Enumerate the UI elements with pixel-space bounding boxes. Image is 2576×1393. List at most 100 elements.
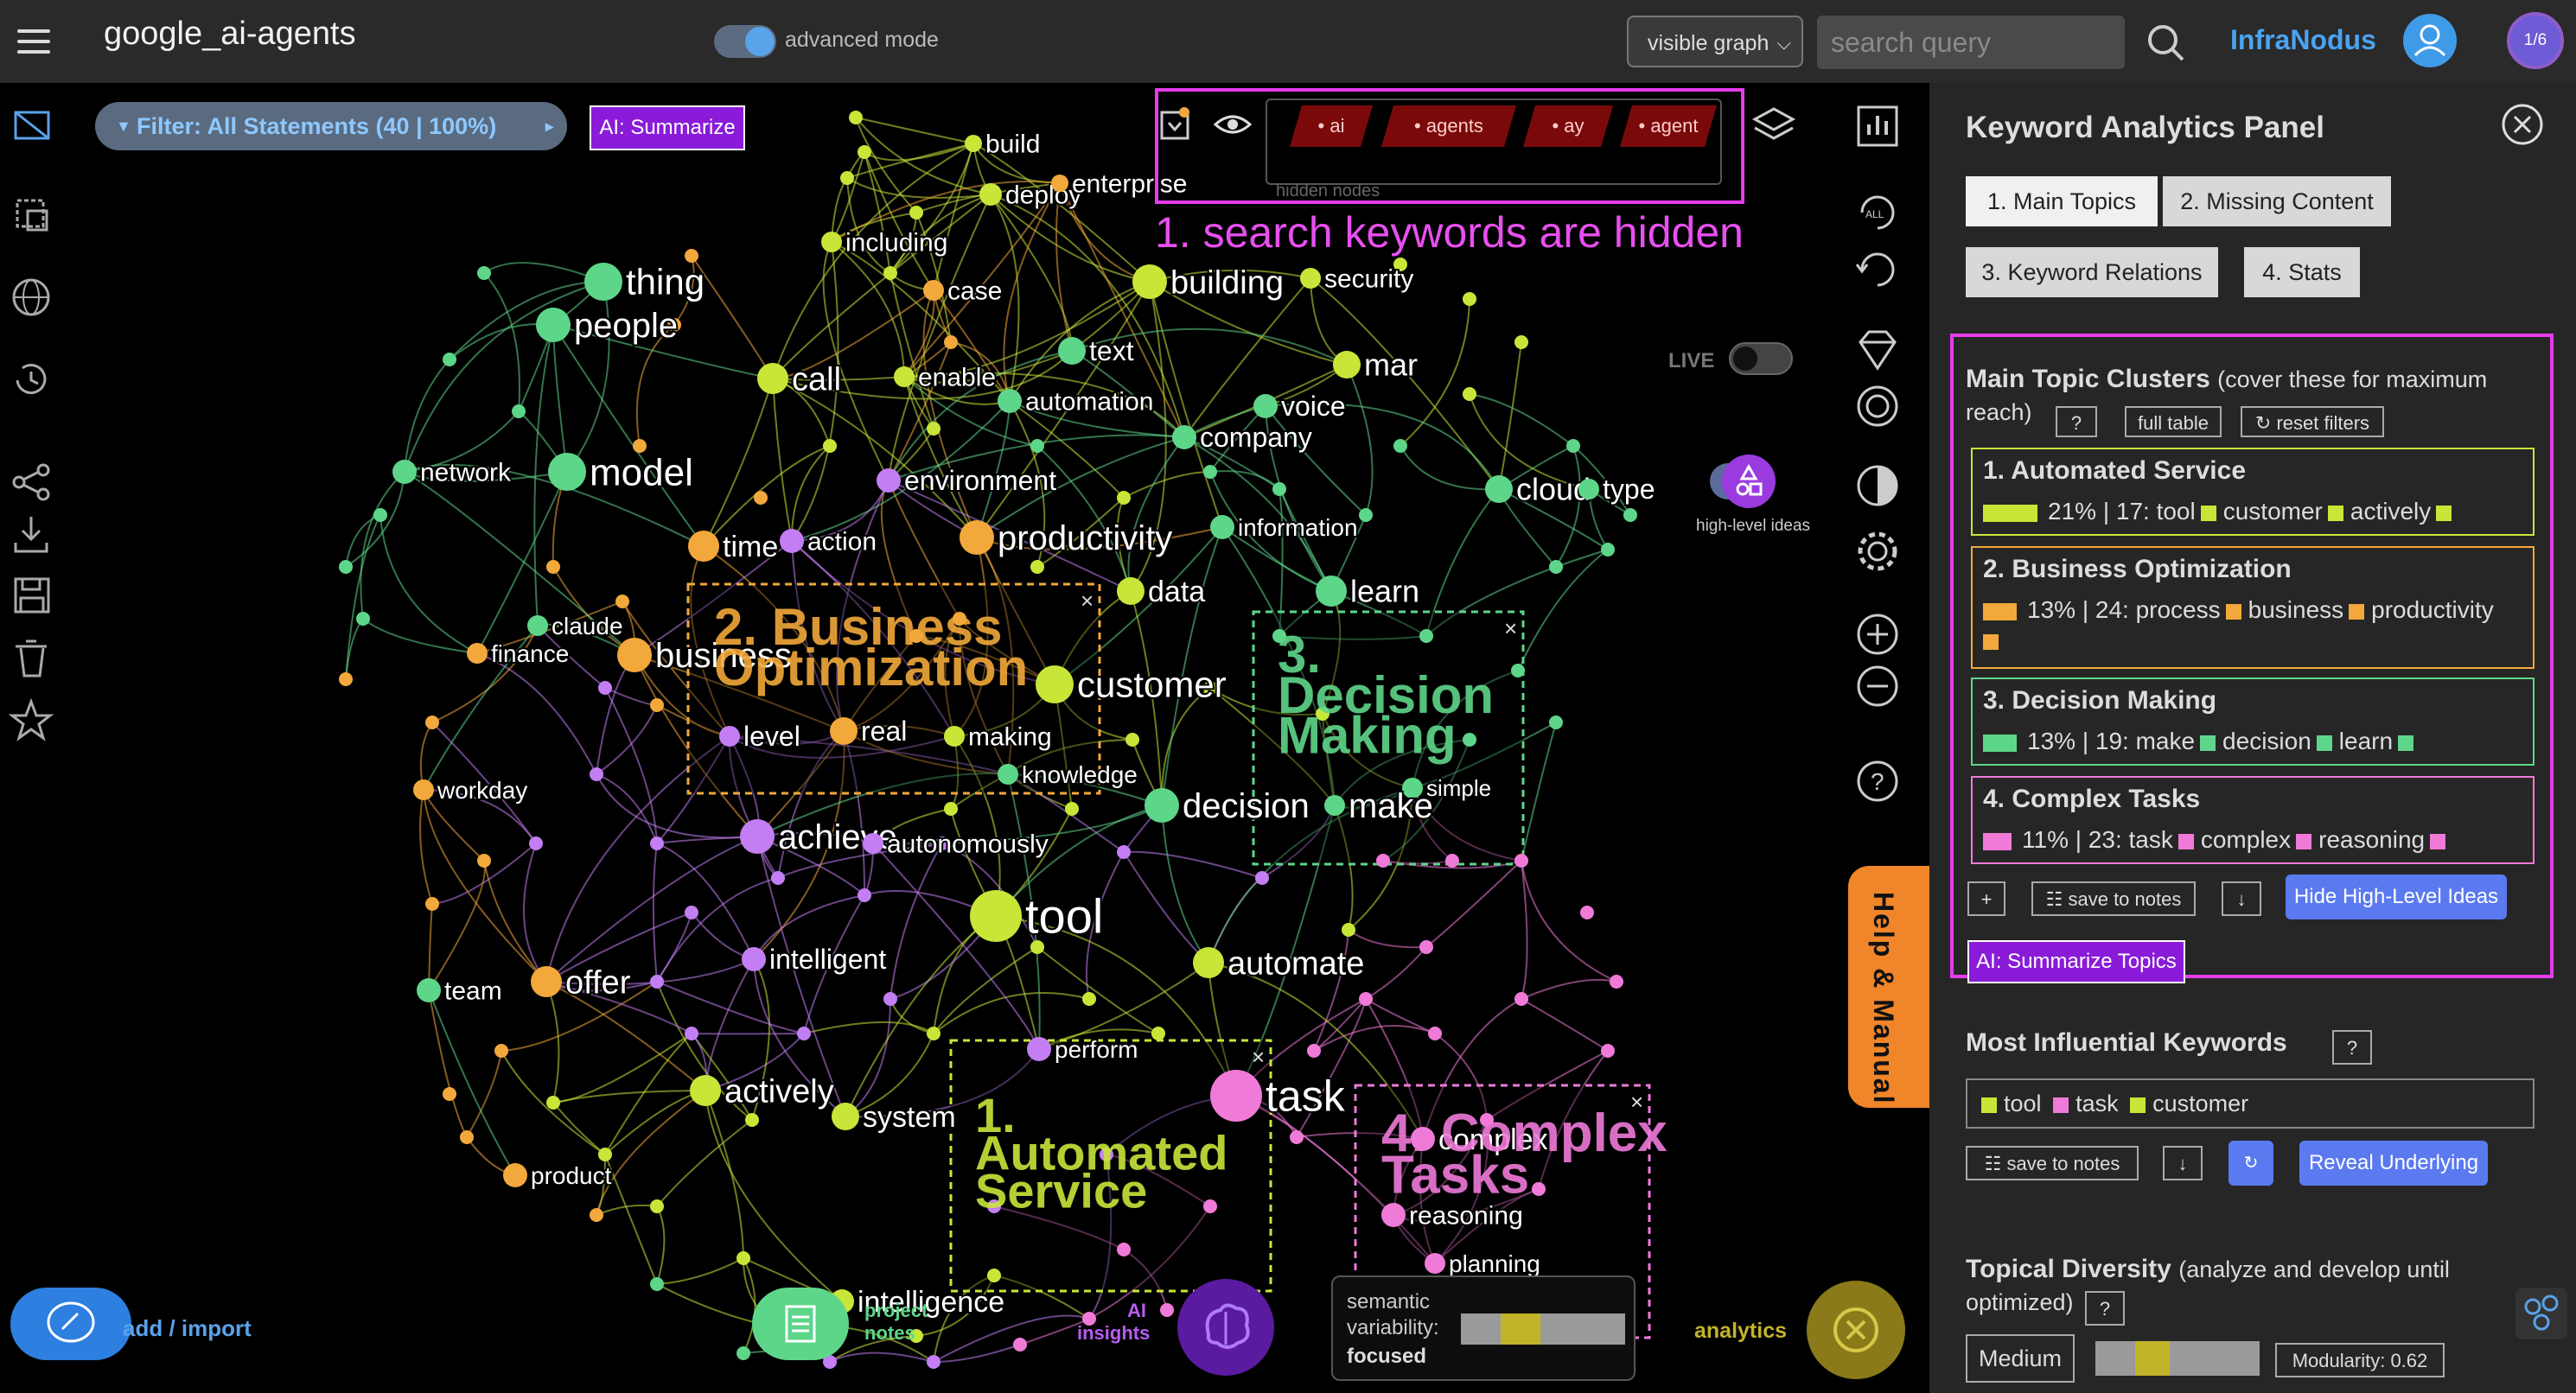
- hidden-node-chip[interactable]: • ai: [1290, 105, 1373, 147]
- hidden-node-chip[interactable]: • ay: [1523, 105, 1613, 147]
- graph-node-small[interactable]: [615, 595, 629, 608]
- graph-node-small[interactable]: [1393, 439, 1407, 453]
- menu-icon[interactable]: [17, 22, 50, 60]
- graph-node[interactable]: action: [780, 526, 878, 558]
- graph-node[interactable]: voice: [1253, 389, 1348, 423]
- graph-node-small[interactable]: [477, 266, 491, 280]
- diamond-icon[interactable]: [1852, 325, 1903, 377]
- tab-missing-content[interactable]: 2. Missing Content: [2163, 176, 2391, 226]
- graph-node-small[interactable]: [1601, 1044, 1615, 1058]
- topic-keyword[interactable]: learn: [2339, 728, 2393, 754]
- graph-node[interactable]: tool: [970, 887, 1105, 945]
- chart-icon[interactable]: [1852, 100, 1903, 152]
- graph-node-small[interactable]: [754, 491, 768, 505]
- layers-icon[interactable]: [1751, 104, 1796, 149]
- graph-node-small[interactable]: [1428, 1027, 1442, 1040]
- graph-node-small[interactable]: [1463, 733, 1476, 747]
- graph-node-small[interactable]: [650, 836, 664, 850]
- graph-node[interactable]: time: [688, 529, 780, 565]
- graph-node-small[interactable]: [1514, 335, 1528, 349]
- graph-node-small[interactable]: [477, 854, 491, 868]
- graph-node-small[interactable]: [944, 802, 958, 816]
- gear-icon[interactable]: [1852, 525, 1903, 577]
- graph-node-small[interactable]: [1511, 664, 1525, 677]
- graph-node[interactable]: actively: [690, 1072, 836, 1111]
- graph-node-small[interactable]: [883, 266, 897, 280]
- tab-keyword-relations[interactable]: 3. Keyword Relations: [1966, 247, 2218, 297]
- graph-node-small[interactable]: [373, 508, 387, 522]
- add-import-link[interactable]: add / import: [123, 1315, 252, 1342]
- graph-node-small[interactable]: [1255, 871, 1269, 885]
- graph-node-small[interactable]: [1514, 992, 1528, 1006]
- topic-keyword[interactable]: task: [2129, 826, 2173, 853]
- cluster-close-icon[interactable]: ×: [1081, 588, 1094, 614]
- influential-download-button[interactable]: ↓: [2163, 1146, 2203, 1180]
- contrast-icon[interactable]: [1852, 460, 1903, 512]
- graph-node-small[interactable]: [1013, 1338, 1027, 1352]
- graph-node[interactable]: real: [830, 714, 909, 748]
- graph-node-small[interactable]: [650, 975, 664, 989]
- graph-node-small[interactable]: [494, 1044, 508, 1058]
- graph-node-small[interactable]: [339, 672, 353, 686]
- graph-node[interactable]: information: [1210, 512, 1360, 543]
- graph-node-small[interactable]: [425, 897, 439, 911]
- graph-node-small[interactable]: [685, 249, 698, 263]
- zoom-out-icon[interactable]: [1852, 660, 1903, 712]
- refresh-icon[interactable]: [1852, 244, 1903, 296]
- download-topics-button[interactable]: ↓: [2222, 881, 2261, 916]
- hidden-node-chip[interactable]: • agent: [1620, 105, 1717, 147]
- graph-node-small[interactable]: [1445, 854, 1459, 868]
- graph-node-small[interactable]: [356, 612, 370, 626]
- graph-node-small[interactable]: [1566, 439, 1580, 453]
- topic-keyword[interactable]: tool: [2157, 498, 2196, 525]
- target-icon[interactable]: [1852, 380, 1903, 432]
- graph-node-small[interactable]: [1030, 439, 1044, 453]
- ai-summarize-topics-button[interactable]: AI: Summarize Topics: [1967, 940, 2185, 983]
- graph-node-small[interactable]: [546, 1096, 560, 1110]
- graph-node-small[interactable]: [425, 716, 439, 729]
- graph-node-small[interactable]: [1463, 292, 1476, 306]
- influential-keyword[interactable]: customer: [2152, 1091, 2248, 1116]
- reset-filters-button[interactable]: ↻ reset filters: [2241, 406, 2384, 437]
- topic-cluster-card[interactable]: 3. Decision Making 13% | 19: make decision…: [1971, 677, 2535, 766]
- graph-node-small[interactable]: [590, 1208, 603, 1222]
- graph-node-small[interactable]: [339, 560, 353, 574]
- graph-node-small[interactable]: [1307, 1044, 1321, 1058]
- graph-node-small[interactable]: [858, 888, 871, 902]
- hide-high-level-ideas-button[interactable]: Hide High-Level Ideas: [2286, 875, 2507, 919]
- graph-node-small[interactable]: [1151, 1027, 1165, 1040]
- project-notes-label[interactable]: project notes: [864, 1300, 934, 1345]
- graph-node-small[interactable]: [1342, 923, 1355, 937]
- high-level-ideas-toggle[interactable]: [1710, 455, 1776, 508]
- graph-node-small[interactable]: [1065, 802, 1079, 816]
- graph-node-small[interactable]: [1117, 845, 1131, 859]
- network-graph[interactable]: ×××× builddeployenterpriseincludingcase b…: [0, 83, 1929, 1393]
- help-icon[interactable]: ?: [1852, 755, 1903, 807]
- graph-node-small[interactable]: [987, 1269, 1001, 1282]
- add-import-button[interactable]: [10, 1288, 131, 1360]
- help-button[interactable]: ?: [2056, 406, 2097, 437]
- topic-cluster-card[interactable]: 1. Automated Service 21% | 17: tool custom…: [1971, 448, 2535, 536]
- graph-node[interactable]: customer: [1036, 663, 1228, 707]
- graph-node-small[interactable]: [1203, 1199, 1217, 1213]
- graph-node-small[interactable]: [685, 1027, 698, 1040]
- graph-node-small[interactable]: [1117, 491, 1131, 505]
- graph-node-small[interactable]: [1419, 629, 1433, 643]
- cluster-close-icon[interactable]: ×: [1504, 615, 1517, 641]
- graph-node[interactable]: offer: [531, 963, 633, 1002]
- influential-save-to-notes-button[interactable]: ☷ save to notes: [1966, 1146, 2139, 1180]
- graph-node-small[interactable]: [1359, 992, 1373, 1006]
- reset-all-icon[interactable]: ALL: [1852, 187, 1903, 239]
- graph-node-small[interactable]: [1082, 992, 1096, 1006]
- graph-node-small[interactable]: [858, 145, 871, 159]
- eye-icon[interactable]: [1212, 109, 1253, 140]
- graph-node-small[interactable]: [823, 439, 837, 453]
- graph-node-small[interactable]: [1290, 1130, 1304, 1144]
- graph-node-small[interactable]: [650, 1277, 664, 1291]
- cluster-close-icon[interactable]: ×: [1252, 1044, 1265, 1070]
- step-counter[interactable]: 1/6: [2507, 12, 2564, 69]
- advanced-mode-toggle[interactable]: [714, 25, 776, 58]
- graph-node-small[interactable]: [745, 1113, 759, 1127]
- tab-main-topics[interactable]: 1. Main Topics: [1966, 176, 2158, 226]
- add-topic-button[interactable]: +: [1967, 881, 2005, 916]
